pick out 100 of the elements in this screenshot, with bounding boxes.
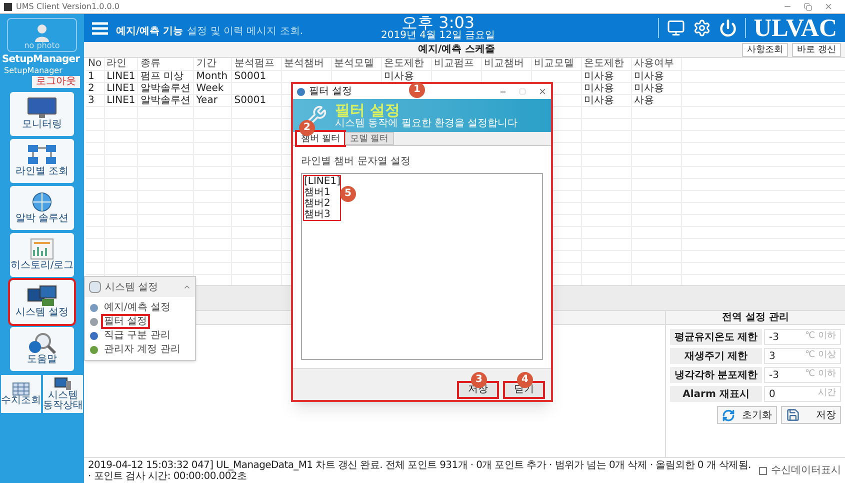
nav-button[interactable]: 시스템 설정 xyxy=(10,280,74,324)
input-field[interactable]: -3 ℃ 이하 xyxy=(764,367,841,383)
table-cell: 펌프 미상 xyxy=(140,71,184,82)
toolbar-button[interactable]: 바로 갱신 xyxy=(792,42,841,56)
checkbox[interactable] xyxy=(759,466,767,474)
setting-label: 냉각각하 분포제한 xyxy=(670,367,762,383)
table-cell: 미사용 xyxy=(584,71,614,82)
calendar-grid-icon xyxy=(12,382,30,396)
menu-item[interactable]: 직급 구분 관리 xyxy=(103,330,172,341)
column-header: 비교모델 xyxy=(531,58,582,70)
table-cell: 2 xyxy=(88,83,94,94)
computer-icon xyxy=(54,377,72,391)
unit-label: ℃ 이하 xyxy=(805,330,836,344)
table-cell: Month xyxy=(196,71,228,82)
column-header: 온도제한 xyxy=(382,58,432,70)
window-title: UMS Client Version1.0.0.0 xyxy=(16,0,120,12)
monitors-icon xyxy=(27,285,57,307)
table-cell: LINE1 xyxy=(106,83,136,94)
nav-button[interactable]: 시스템 동작상태 xyxy=(43,375,83,413)
unit-label: 시간 xyxy=(818,387,836,400)
table-cell: 미사용 xyxy=(384,71,414,82)
input-field[interactable]: -3 ℃ 이하 xyxy=(764,329,841,345)
table-cell: 미사용 xyxy=(584,83,614,94)
table-cell: S0001 xyxy=(234,71,266,82)
monitor-icon[interactable] xyxy=(666,19,685,37)
table-cell: 알박솔루션 xyxy=(140,83,190,94)
unit-label: ℃ 이상 xyxy=(805,349,836,362)
callout-badge: 5 xyxy=(340,186,356,202)
menu-title: 시스템 설정 xyxy=(105,280,158,294)
setting-label: 재생주기 제한 xyxy=(670,348,762,364)
banner-subtitle: 시스템 동작에 필요한 환경을 설정합니다 xyxy=(335,118,518,129)
section-title: 예지/예측 스케줄 xyxy=(418,43,496,57)
nav-button[interactable]: 라인별 조회 xyxy=(10,139,74,183)
clock-date: 2019년 4월 12일 금요일 xyxy=(381,31,496,41)
panel-title: 전역 설정 관리 xyxy=(666,311,845,325)
settings-icon[interactable] xyxy=(692,19,711,37)
column-header: 비교펌프 xyxy=(432,58,482,70)
user-name: SetupManager xyxy=(1,54,81,66)
nav-button[interactable]: 수치조회 xyxy=(1,375,41,413)
nav-button[interactable]: 히스토리/로그 xyxy=(10,233,74,277)
close-icon[interactable] xyxy=(538,87,547,96)
dialog-title: 필터 설정 xyxy=(309,86,352,96)
section-label: 라인별 챔버 문자열 설정 xyxy=(301,155,412,169)
unit-label: ℃ 이하 xyxy=(805,368,836,382)
refresh-icon xyxy=(722,408,735,422)
menu-item[interactable]: 예지/예측 설정 xyxy=(103,302,172,313)
table-cell: 1 xyxy=(88,71,94,82)
panel-button[interactable]: 초기화 xyxy=(717,406,777,424)
photo-label: no photo xyxy=(24,42,60,50)
table-cell: LINE1 xyxy=(106,71,136,82)
input-field[interactable]: 0 시간 xyxy=(764,386,841,402)
column-header: 사용여부 xyxy=(631,58,682,70)
clock-time: 오후 3:03 xyxy=(402,15,475,31)
user-id: SetupManager xyxy=(3,66,64,76)
column-header: 분석챔버 xyxy=(282,58,332,70)
column-header: 라인 xyxy=(104,58,138,70)
input-field[interactable]: 3 ℃ 이상 xyxy=(764,348,841,364)
table-cell: Week xyxy=(196,83,224,94)
table-cell: LINE1 xyxy=(106,95,136,106)
nav-button[interactable]: 알박 솔루션 xyxy=(10,186,74,230)
text-value: [LINE1] 챔버1 챔버2 챔버3 xyxy=(303,175,342,221)
text-area[interactable]: [LINE1] 챔버1 챔버2 챔버3 5 xyxy=(301,173,543,360)
nav-button[interactable]: 모니터링 xyxy=(10,92,74,136)
callout-badge: 1 xyxy=(409,82,425,98)
logout-button[interactable]: 로그아웃 xyxy=(32,76,80,88)
table-cell: 사용 xyxy=(634,95,654,106)
help-magnifier-icon xyxy=(27,332,57,354)
tab[interactable]: 모델 필터 xyxy=(344,132,394,145)
column-header: 분석모델 xyxy=(332,58,382,70)
table-cell: 미사용 xyxy=(634,83,664,94)
toolbar-button[interactable]: 사항조회 xyxy=(742,42,788,56)
table-cell: Year xyxy=(196,95,218,106)
menu-item[interactable]: 관리자 계정 관리 xyxy=(103,344,182,355)
caret-icon[interactable] xyxy=(183,283,191,291)
menu-item[interactable]: 필터 설정 xyxy=(103,316,148,327)
status-message: 2019-04-12 15:03:32 047] UL_ManageData_M1 차트 갱신 완료. 전체 포인트 931개 · 0개 포인트 추가 · 범위가 넘는 0개 삭제 · 올림외한 0 개 삭제됨. · 포인트 검사 시간: 00:00:00.002초 xyxy=(88,460,751,482)
checkbox-label[interactable]: 수신데이터표시 xyxy=(759,463,841,478)
table-cell: 3 xyxy=(88,95,94,106)
power-icon[interactable] xyxy=(718,19,737,37)
page-subtitle: 설정 및 이력 메시지 조회. xyxy=(187,25,304,39)
avatar-icon xyxy=(34,24,50,42)
column-header: No xyxy=(86,58,104,70)
network-icon xyxy=(27,144,57,166)
close-icon[interactable] xyxy=(824,2,833,11)
setting-label: 평균유지온도 제한 xyxy=(670,329,762,345)
brand-logo: ULVAC xyxy=(754,16,837,40)
table-cell: 미사용 xyxy=(634,71,664,82)
column-header: 온도제한 xyxy=(581,58,632,70)
restore-icon[interactable] xyxy=(804,2,812,10)
column-header: 종류 xyxy=(138,58,194,70)
table-cell: S0001 xyxy=(234,95,266,106)
nav-button[interactable]: 도움말 xyxy=(10,327,74,371)
menu-icon[interactable] xyxy=(92,22,108,34)
page-title: 예지/예측 기능 xyxy=(116,25,184,39)
app-icon xyxy=(4,2,12,10)
table-cell: 미사용 xyxy=(584,95,614,106)
column-header: 기간 xyxy=(194,58,232,70)
monitor-icon xyxy=(27,97,57,119)
column-header: 분석펌프 xyxy=(232,58,282,70)
panel-button[interactable]: 저장 xyxy=(781,406,841,424)
